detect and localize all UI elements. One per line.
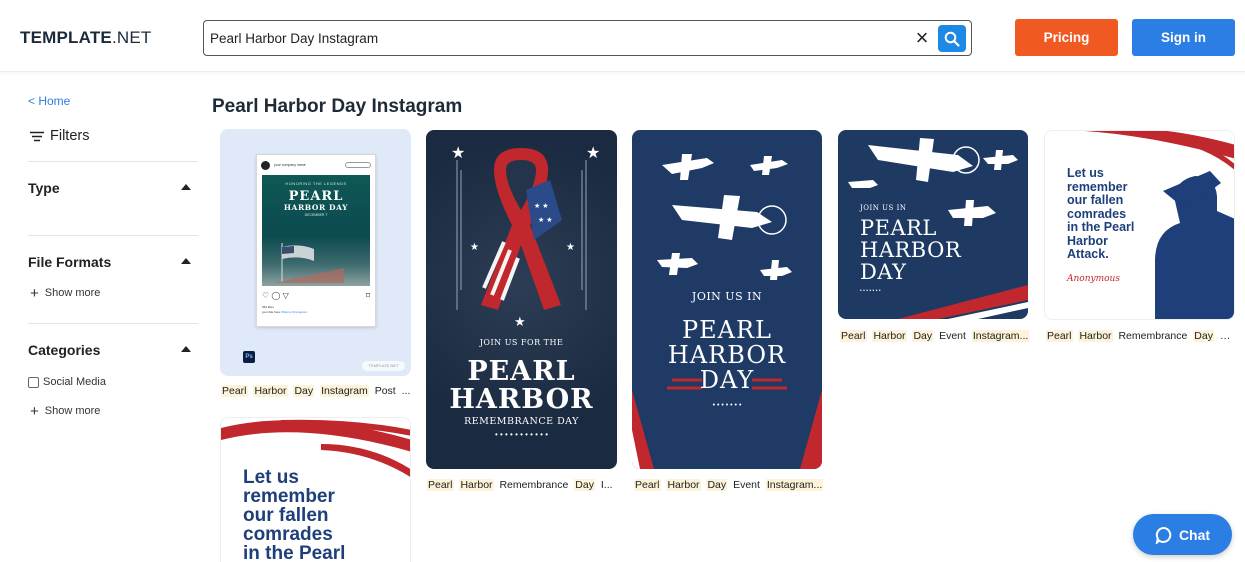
filter-icon [30,131,44,141]
instagram-post-mockup: your company name HONORING THE LEGENDS P… [256,154,376,327]
card-dots: • • • • • • • [860,288,881,294]
file-formats-show-more[interactable]: + Show more [30,284,101,302]
follow-pill [345,162,371,168]
card-big-text-1: PEARL [860,216,937,240]
card-big-text-2: HARBOR [449,384,594,415]
svg-text:★: ★ [566,242,575,253]
card-big-text-3: DAY [699,366,755,394]
send-icon: ▽ [282,291,289,300]
flag-icon [274,243,344,283]
chat-label: Chat [1178,526,1211,543]
page-title: Pearl Harbor Day Instagram [212,96,463,117]
mockup-handle: your title here [262,310,281,314]
mockup-account-row: your company name [261,159,371,171]
avatar [261,160,270,170]
top-header: TEMPLATE.NET × Pricing Sign in [0,0,1245,72]
card-join-text: JOIN US IN [860,204,907,212]
photoshop-format-badge: Ps [243,351,255,363]
mockup-line-3: HARBOR DAY [283,203,349,212]
card-join-text: JOIN US IN [691,290,763,303]
mockup-line-2: PEARL [288,189,344,204]
plus-icon: + [30,284,39,302]
card-caption[interactable]: Pearl Harbor Remembrance Day I... [427,479,617,491]
file-formats-collapse-caret-icon[interactable] [181,258,191,264]
quote-text: Let us remember our fallen comrades in t… [243,467,346,562]
categories-section-title[interactable]: Categories [28,342,100,358]
card-dots: • • • • • • • [712,402,742,409]
heart-icon: ♡ [262,291,270,300]
template-card-remembrance-ribbon[interactable]: ★ ★ ★ ★ ★ ★ ★ ★ ★ JOIN US FOR THE PEARL … [426,130,617,469]
comment-icon: ◯ [271,291,281,300]
card-big-text-2: HARBOR [667,341,787,369]
home-breadcrumb-link[interactable]: < Home [28,94,70,108]
filters-label: Filters [50,128,90,144]
chat-bubble-icon [1155,526,1172,544]
card-big-text-1: PEARL [467,356,576,387]
card-big-text-1: PEARL [681,316,772,344]
mockup-line-4: DECEMBER 7 [304,213,328,217]
search-icon [944,31,960,47]
show-more-label: Show more [44,287,101,299]
search-button[interactable] [938,25,966,52]
pricing-button[interactable]: Pricing [1015,19,1118,56]
svg-text:★: ★ [451,145,465,162]
sidebar-divider [28,323,198,324]
svg-text:★: ★ [586,145,600,162]
filters-toggle[interactable]: Filters [30,128,89,144]
social-media-label: Social Media [43,376,106,388]
card-big-text-2: HARBOR [860,238,962,262]
card-join-text: JOIN US FOR THE [479,338,564,347]
mockup-line-1: HONORING THE LEGENDS [285,181,347,186]
template-card-remembrance-quote[interactable]: Let us remember our fallen comrades in t… [1044,130,1235,320]
watermark: TEMPLATE.NET [362,361,405,371]
type-section-title[interactable]: Type [28,180,60,196]
card-caption[interactable]: Pearl Harbor Remembrance Day Q... [1046,330,1235,342]
svg-text:★ ★: ★ ★ [534,202,549,210]
file-formats-section-title[interactable]: File Formats [28,254,111,270]
social-media-checkbox[interactable] [28,376,39,388]
template-card-remembrance-quote-2[interactable]: Let us remember our fallen comrades in t… [220,417,411,562]
chat-button[interactable]: Chat [1133,514,1232,555]
card-dots: • • • • • • • • • • • [494,430,549,439]
mockup-caption: 352 likes your title here #history #inst… [262,305,307,315]
template-card-event-square[interactable]: JOIN US IN PEARL HARBOR DAY • • • • • • … [838,130,1028,319]
show-more-label: Show more [44,405,101,417]
mockup-actions-row: ♡ ◯ ▽ ⌑ [262,291,370,301]
card-caption[interactable]: Pearl Harbor Day Instagram Post ... [221,385,411,397]
template-card-instagram-post[interactable]: your company name HONORING THE LEGENDS P… [220,129,411,376]
svg-text:★: ★ [470,242,479,253]
type-collapse-caret-icon[interactable] [181,184,191,190]
mockup-tags: #history #instagram [281,310,308,314]
social-media-filter[interactable]: Social Media [28,376,106,388]
sign-in-button[interactable]: Sign in [1132,19,1235,56]
svg-text:★: ★ [514,314,526,329]
quote-signature: Anonymous [1067,274,1120,284]
card-big-text-3: DAY [860,260,907,284]
clear-search-icon[interactable]: × [910,26,934,50]
site-logo[interactable]: TEMPLATE.NET [20,28,151,48]
sidebar-divider [28,235,198,236]
search-input[interactable] [210,27,900,49]
card-caption[interactable]: Pearl Harbor Day Event Instagram... [634,479,824,491]
sidebar-divider [28,161,198,162]
card-caption[interactable]: Pearl Harbor Day Event Instagram... [840,330,1030,342]
mockup-image: HONORING THE LEGENDS PEARL HARBOR DAY DE… [262,175,370,286]
card-sub-text: REMEMBRANCE DAY [464,416,579,427]
bookmark-icon: ⌑ [365,291,370,300]
svg-text:★ ★: ★ ★ [538,216,553,224]
template-card-event-tall[interactable]: JOIN US IN PEARL HARBOR DAY • • • • • • … [632,130,822,469]
mockup-account-name: your company name [274,163,306,167]
search-bar: × [203,20,972,56]
categories-show-more[interactable]: + Show more [30,402,101,420]
quote-text: Let us remember our fallen comrades in t… [1067,166,1135,261]
categories-collapse-caret-icon[interactable] [181,346,191,352]
plus-icon: + [30,402,39,420]
